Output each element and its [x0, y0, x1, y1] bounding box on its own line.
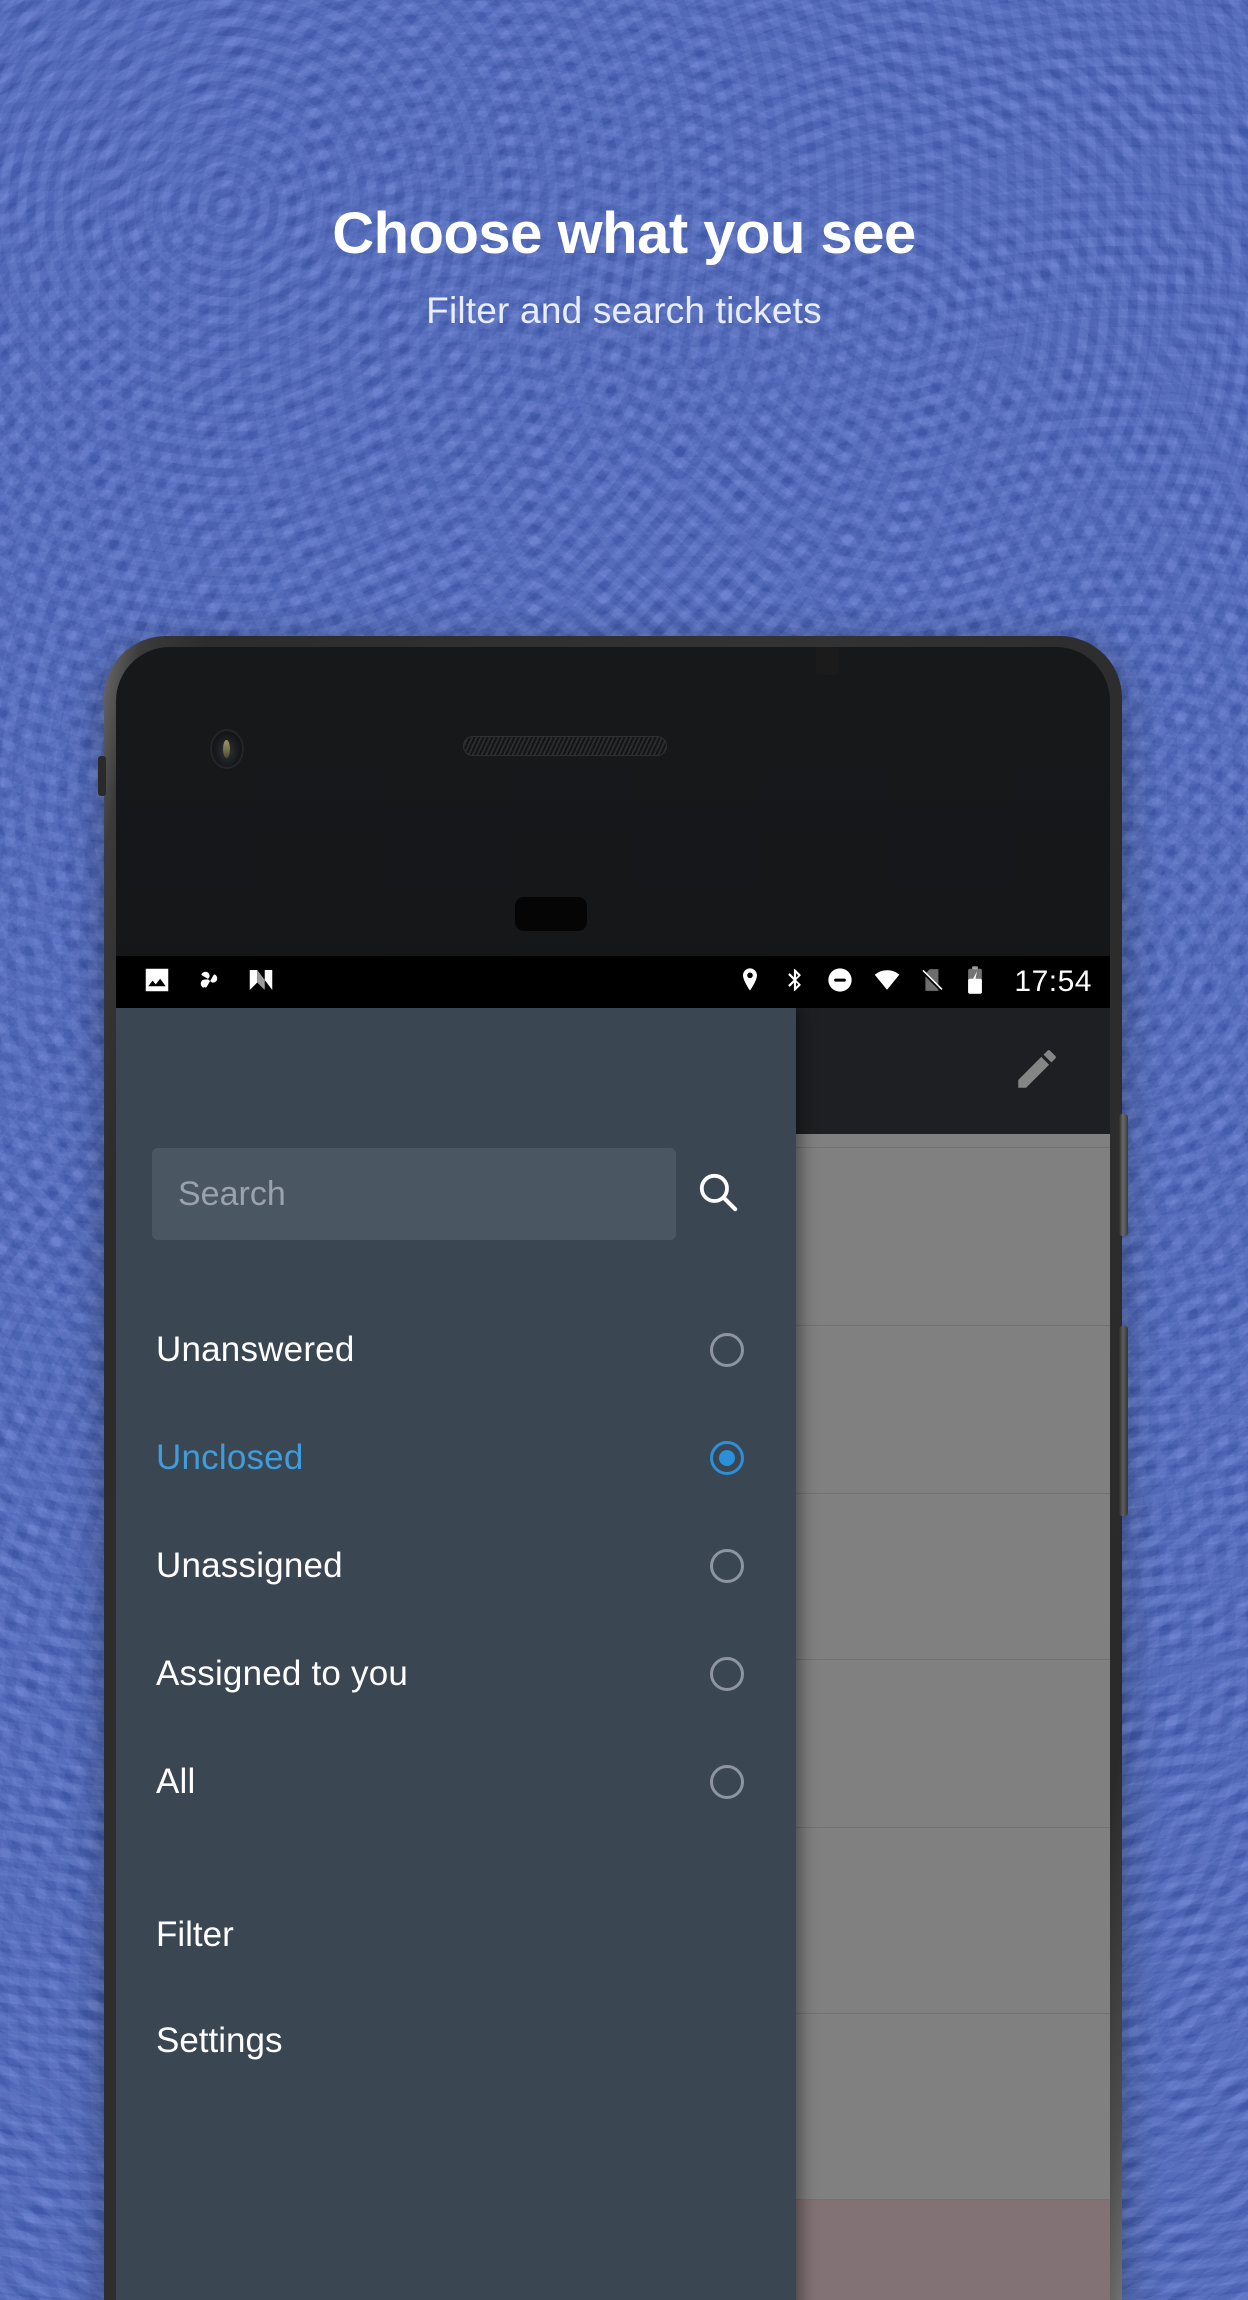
- status-bar-left-icons: [142, 965, 276, 1000]
- sidebar-item-unclosed[interactable]: Unclosed: [116, 1404, 796, 1512]
- sidebar-item-unassigned[interactable]: Unassigned: [116, 1512, 796, 1620]
- sidebar-item-assigned-to-you[interactable]: Assigned to you: [116, 1620, 796, 1728]
- radio-button[interactable]: [710, 1441, 744, 1475]
- left-antenna-band: [98, 756, 106, 796]
- sidebar-item-label: Filter: [156, 1915, 234, 1954]
- page-title: Choose what you see: [332, 201, 916, 266]
- status-bar-clock: 17:54: [1014, 965, 1092, 998]
- phone-mockup: 17:54 4 hours ne… 4 hours 4 hours: [98, 636, 1128, 2300]
- photo-icon: [142, 965, 172, 1000]
- sidebar-item-label: Assigned to you: [156, 1654, 409, 1693]
- radio-button[interactable]: [710, 1657, 744, 1691]
- wifi-icon: [872, 966, 902, 999]
- navigation-drawer: Search Unanswered Unclosed Unassigned As…: [116, 1008, 796, 2300]
- earpiece-speaker: [463, 736, 667, 756]
- nova-n-icon: [246, 965, 276, 1000]
- app-content-area: 4 hours ne… 4 hours 4 hours months n th……: [116, 1008, 1110, 2300]
- radio-button[interactable]: [710, 1333, 744, 1367]
- search-placeholder: Search: [178, 1174, 286, 1213]
- phone-screen: 17:54 4 hours ne… 4 hours 4 hours: [116, 956, 1110, 2300]
- sidebar-item-label: Settings: [156, 2021, 283, 2060]
- search-input[interactable]: Search: [152, 1148, 676, 1240]
- page-subtitle: Filter and search tickets: [426, 290, 822, 332]
- antenna-line: [816, 647, 838, 675]
- volume-rocker-button[interactable]: [1119, 1326, 1128, 1516]
- no-sim-icon: [920, 966, 946, 999]
- filter-option-list: Unanswered Unclosed Unassigned Assigned …: [116, 1296, 796, 1836]
- sidebar-item-label: Unanswered: [156, 1330, 355, 1369]
- radio-button[interactable]: [710, 1549, 744, 1583]
- radio-button[interactable]: [710, 1765, 744, 1799]
- front-camera: [212, 731, 242, 767]
- sidebar-item-settings[interactable]: Settings: [116, 1988, 796, 2094]
- power-button[interactable]: [1119, 1114, 1128, 1236]
- search-row: Search: [116, 1148, 796, 1240]
- sidebar-item-filter[interactable]: Filter: [116, 1882, 796, 1988]
- status-bar: 17:54: [116, 956, 1110, 1008]
- drawer-header: [116, 1008, 796, 1136]
- sidebar-item-label: Unassigned: [156, 1546, 343, 1585]
- status-bar-right-icons: 17:54: [736, 965, 1092, 1000]
- search-button[interactable]: [676, 1152, 760, 1236]
- battery-charging-icon: [964, 965, 986, 1000]
- sidebar-item-label: All: [156, 1762, 196, 1801]
- sidebar-item-unanswered[interactable]: Unanswered: [116, 1296, 796, 1404]
- bluetooth-icon: [782, 966, 808, 999]
- do-not-disturb-icon: [826, 966, 854, 999]
- sidebar-item-all[interactable]: All: [116, 1728, 796, 1836]
- location-pin-icon: [736, 966, 764, 999]
- drawer-action-list: Filter Settings: [116, 1882, 796, 2094]
- proximity-sensor: [515, 897, 587, 931]
- search-icon: [694, 1168, 742, 1221]
- pinwheel-icon: [194, 965, 224, 1000]
- sidebar-item-label: Unclosed: [156, 1438, 304, 1477]
- promo-text-block: Choose what you see Filter and search ti…: [0, 200, 1248, 332]
